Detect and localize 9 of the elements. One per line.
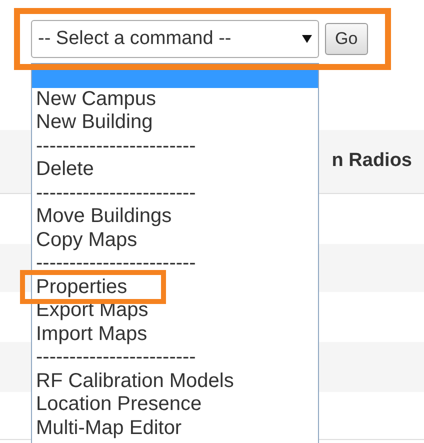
separator-option: ------------------------ [32,346,318,370]
separator-option: ------------------------ [32,134,318,158]
separator-option: ------------------------ [32,182,318,205]
separator-option: ------------------------ [32,252,318,276]
dropdown-option[interactable]: New Campus [32,88,318,111]
go-button[interactable]: Go [325,23,368,55]
dropdown-arrow-icon [302,34,312,44]
command-select[interactable]: -- Select a command -- [31,20,319,58]
column-header: n Radios [332,149,412,174]
